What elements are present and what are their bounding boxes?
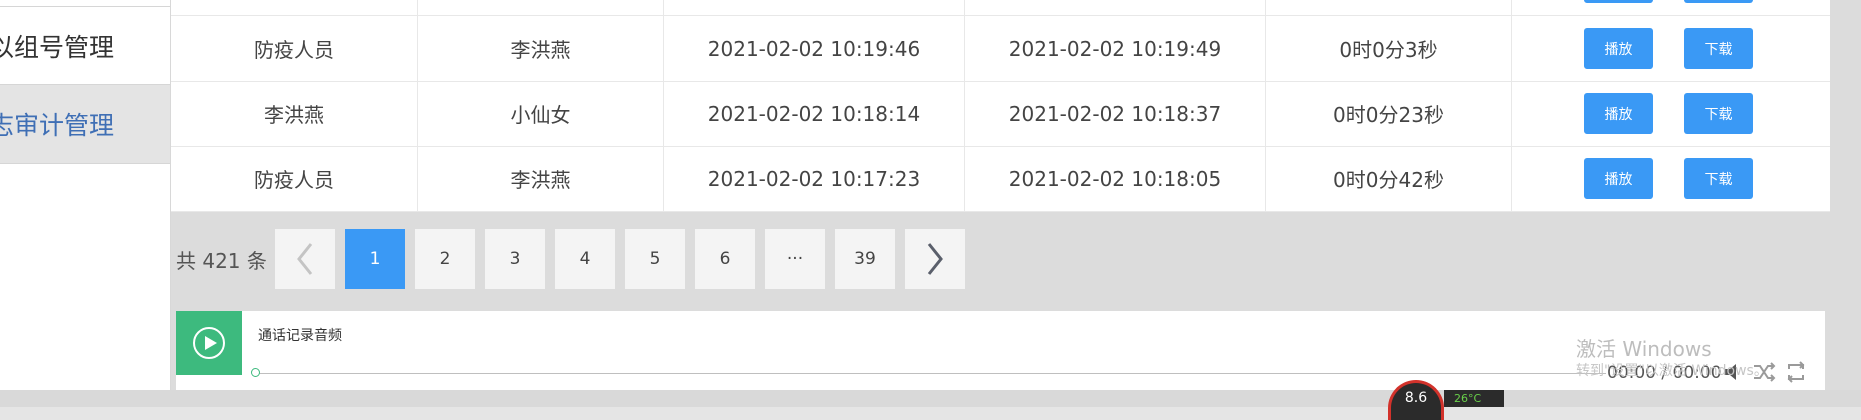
table-cell-end-time: 2021-02-02 10:18:05 [965, 146, 1266, 211]
table-cell-caller: 李洪燕 [171, 81, 418, 146]
table-cell-actions [1512, 146, 1830, 211]
pagination-ellipsis[interactable]: ··· [765, 229, 825, 289]
player-play-button[interactable] [176, 311, 242, 375]
table-row: 防疫人员 李洪燕 2021-02-02 10:17:23 2021-02-02 … [171, 146, 1830, 212]
table-cell-callee: 小仙女 [418, 81, 664, 146]
pagination-next-button[interactable] [905, 229, 965, 289]
table-cell-duration: 0时0分3秒 [1266, 16, 1512, 81]
download-button[interactable]: 下载 [1684, 93, 1753, 134]
repeat-icon[interactable] [1785, 361, 1807, 383]
windows-activation-hint: 转到"设置"以激活 Windows。 [1576, 363, 1768, 379]
table-cell-duration [1266, 0, 1512, 15]
sidebar: 以组号管理 志审计管理 [0, 0, 171, 407]
table-cell-end-time [965, 0, 1266, 15]
table-cell-duration: 0时0分23秒 [1266, 81, 1512, 146]
windows-activation-watermark: 激活 Windows [1576, 337, 1712, 361]
table-cell-start-time: 2021-02-02 10:17:23 [664, 146, 965, 211]
sidebar-item-log-audit[interactable]: 志审计管理 [0, 85, 170, 164]
progress-track[interactable] [256, 373, 1606, 374]
table-cell-start-time: 2021-02-02 10:19:46 [664, 16, 965, 81]
download-button[interactable]: 下载 [1684, 158, 1753, 199]
table-cell-actions [1512, 16, 1830, 81]
player-title: 通话记录音频 [258, 328, 342, 344]
table-cell-duration: 0时0分42秒 [1266, 146, 1512, 211]
download-button[interactable]: 下载 [1684, 0, 1753, 3]
play-button[interactable]: 播放 [1584, 0, 1653, 3]
play-button[interactable]: 播放 [1584, 93, 1653, 134]
pagination-page-1[interactable]: 1 [345, 229, 405, 289]
sidebar-item-label: 以组号管理 [0, 32, 115, 62]
table-row: 防疫人员 李洪燕 2021-02-02 10:19:46 2021-02-02 … [171, 16, 1830, 82]
table-cell-end-time: 2021-02-02 10:18:37 [965, 81, 1266, 146]
pagination-page-5[interactable]: 5 [625, 229, 685, 289]
table-row: 李洪燕 小仙女 2021-02-02 10:18:14 2021-02-02 1… [171, 81, 1830, 147]
pagination-page-4[interactable]: 4 [555, 229, 615, 289]
table-cell-end-time: 2021-02-02 10:19:49 [965, 16, 1266, 81]
pagination-prev-button[interactable] [275, 229, 335, 289]
play-circle-icon [193, 327, 225, 359]
progress-handle[interactable] [251, 368, 260, 377]
table-cell-actions [1512, 0, 1830, 15]
download-button[interactable]: 下载 [1684, 28, 1753, 69]
pagination-page-3[interactable]: 3 [485, 229, 545, 289]
table-cell-actions [1512, 81, 1830, 146]
sidebar-item-group-management[interactable]: 以组号管理 [0, 6, 170, 85]
play-button[interactable]: 播放 [1584, 158, 1653, 199]
pagination-page-2[interactable]: 2 [415, 229, 475, 289]
temperature-widget[interactable]: 26°C [1444, 390, 1504, 407]
table-cell-callee: 李洪燕 [418, 146, 664, 211]
play-button[interactable]: 播放 [1584, 28, 1653, 69]
table-cell-caller [171, 0, 418, 15]
table-cell-caller: 防疫人员 [171, 146, 418, 211]
pagination-page-39[interactable]: 39 [835, 229, 895, 289]
call-records-table: 播放 下载 防疫人员 李洪燕 2021-02-02 10:19:46 2021-… [171, 0, 1830, 212]
taskbar [0, 390, 1861, 407]
chevron-right-icon [927, 243, 943, 275]
table-cell-start-time: 2021-02-02 10:18:14 [664, 81, 965, 146]
pagination-total: 共 421 条 [176, 249, 267, 273]
table-row: 播放 下载 [171, 0, 1830, 16]
sidebar-item-label: 志审计管理 [0, 111, 115, 140]
table-cell-callee: 李洪燕 [418, 16, 664, 81]
table-cell-start-time [664, 0, 965, 15]
table-cell-callee [418, 0, 664, 15]
table-cell-caller: 防疫人员 [171, 16, 418, 81]
chevron-left-icon [297, 243, 313, 275]
pagination-page-6[interactable]: 6 [695, 229, 755, 289]
